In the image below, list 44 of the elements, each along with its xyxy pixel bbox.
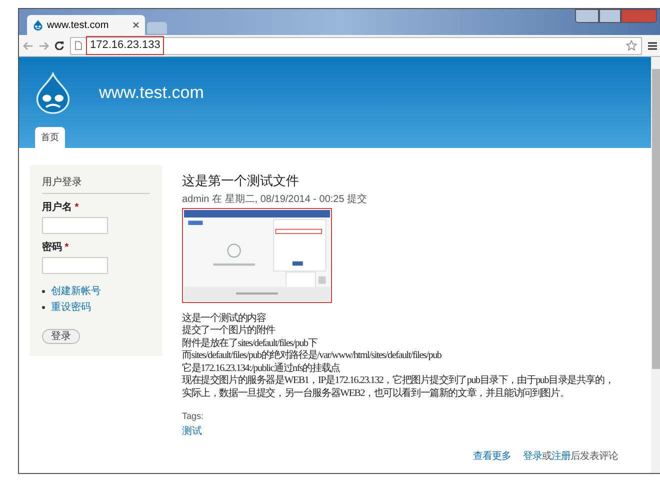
reload-icon[interactable] <box>55 41 64 50</box>
body-text: 附件是放在了sites/default/files/pub下 <box>182 338 319 350</box>
comment-text: 后发表评论 <box>570 450 618 464</box>
body-text: 它是172.16.23.134:/public通过nfs的挂载点 <box>182 362 341 374</box>
browser-tab[interactable]: www.test.com <box>27 15 145 35</box>
article-title[interactable]: 这是第一个测试文件 <box>182 171 622 190</box>
input-field[interactable] <box>42 257 108 274</box>
field-label: 用户名 * <box>42 200 80 215</box>
block-title: 用户登录 <box>42 175 150 194</box>
menu-icon[interactable] <box>648 42 657 50</box>
body-text: 提交了一个图片的附件 <box>182 325 276 338</box>
field-label: 密码 * <box>42 240 70 255</box>
url-text: 172.16.23.133 <box>86 36 164 55</box>
site-name[interactable]: www.test.com <box>99 80 204 106</box>
tags-label: Tags: <box>182 410 205 423</box>
body-text: 实际上，数据一旦提交，另一台服务器WEB2，也可以看到一篇新的文章，并且能访问到图片。 <box>182 388 570 400</box>
article-meta: admin 在 星期二, 08/19/2014 - 00:25 提交 <box>182 192 368 206</box>
back-icon[interactable] <box>23 42 33 50</box>
new-tab-button[interactable] <box>147 22 167 34</box>
body-text: 这是一个测试的内容 <box>182 312 267 324</box>
account-link[interactable]: 创建新帐号 <box>51 284 101 299</box>
drop-logo-icon <box>35 72 71 114</box>
comment-text: 或 <box>542 450 552 464</box>
maximize-button[interactable] <box>599 9 621 23</box>
minimize-button[interactable] <box>575 9 599 23</box>
bullet-icon <box>42 290 45 293</box>
input-field[interactable] <box>42 217 108 234</box>
bullet-icon <box>42 306 45 309</box>
comment-link[interactable]: 登录 <box>523 448 542 464</box>
site-favicon-icon <box>33 19 43 31</box>
star-icon[interactable] <box>626 40 637 51</box>
body-text: 现在提交图片的服务器是WEB1，IP是172.16.23.132，它把图片提交到了pub目录下，由于pub目录是共享的， <box>182 375 615 388</box>
comment-link[interactable]: 注册 <box>552 448 570 464</box>
forward-icon[interactable] <box>39 42 49 50</box>
body-text: 而sites/default/files/pub的绝对路径是/var/www/html/sites/default/files/pub <box>182 350 442 362</box>
address-bar[interactable]: 172.16.23.133 <box>70 36 642 54</box>
scrollbar[interactable] <box>651 57 660 473</box>
nav-tab[interactable]: 首页 <box>35 126 65 148</box>
login-button[interactable]: 登录 <box>42 329 80 344</box>
page-icon <box>75 41 82 50</box>
comment-link[interactable]: 查看更多 <box>473 448 511 464</box>
tag-link[interactable]: 测试 <box>182 424 622 438</box>
close-icon[interactable] <box>133 22 139 28</box>
account-link[interactable]: 重设密码 <box>51 300 91 315</box>
